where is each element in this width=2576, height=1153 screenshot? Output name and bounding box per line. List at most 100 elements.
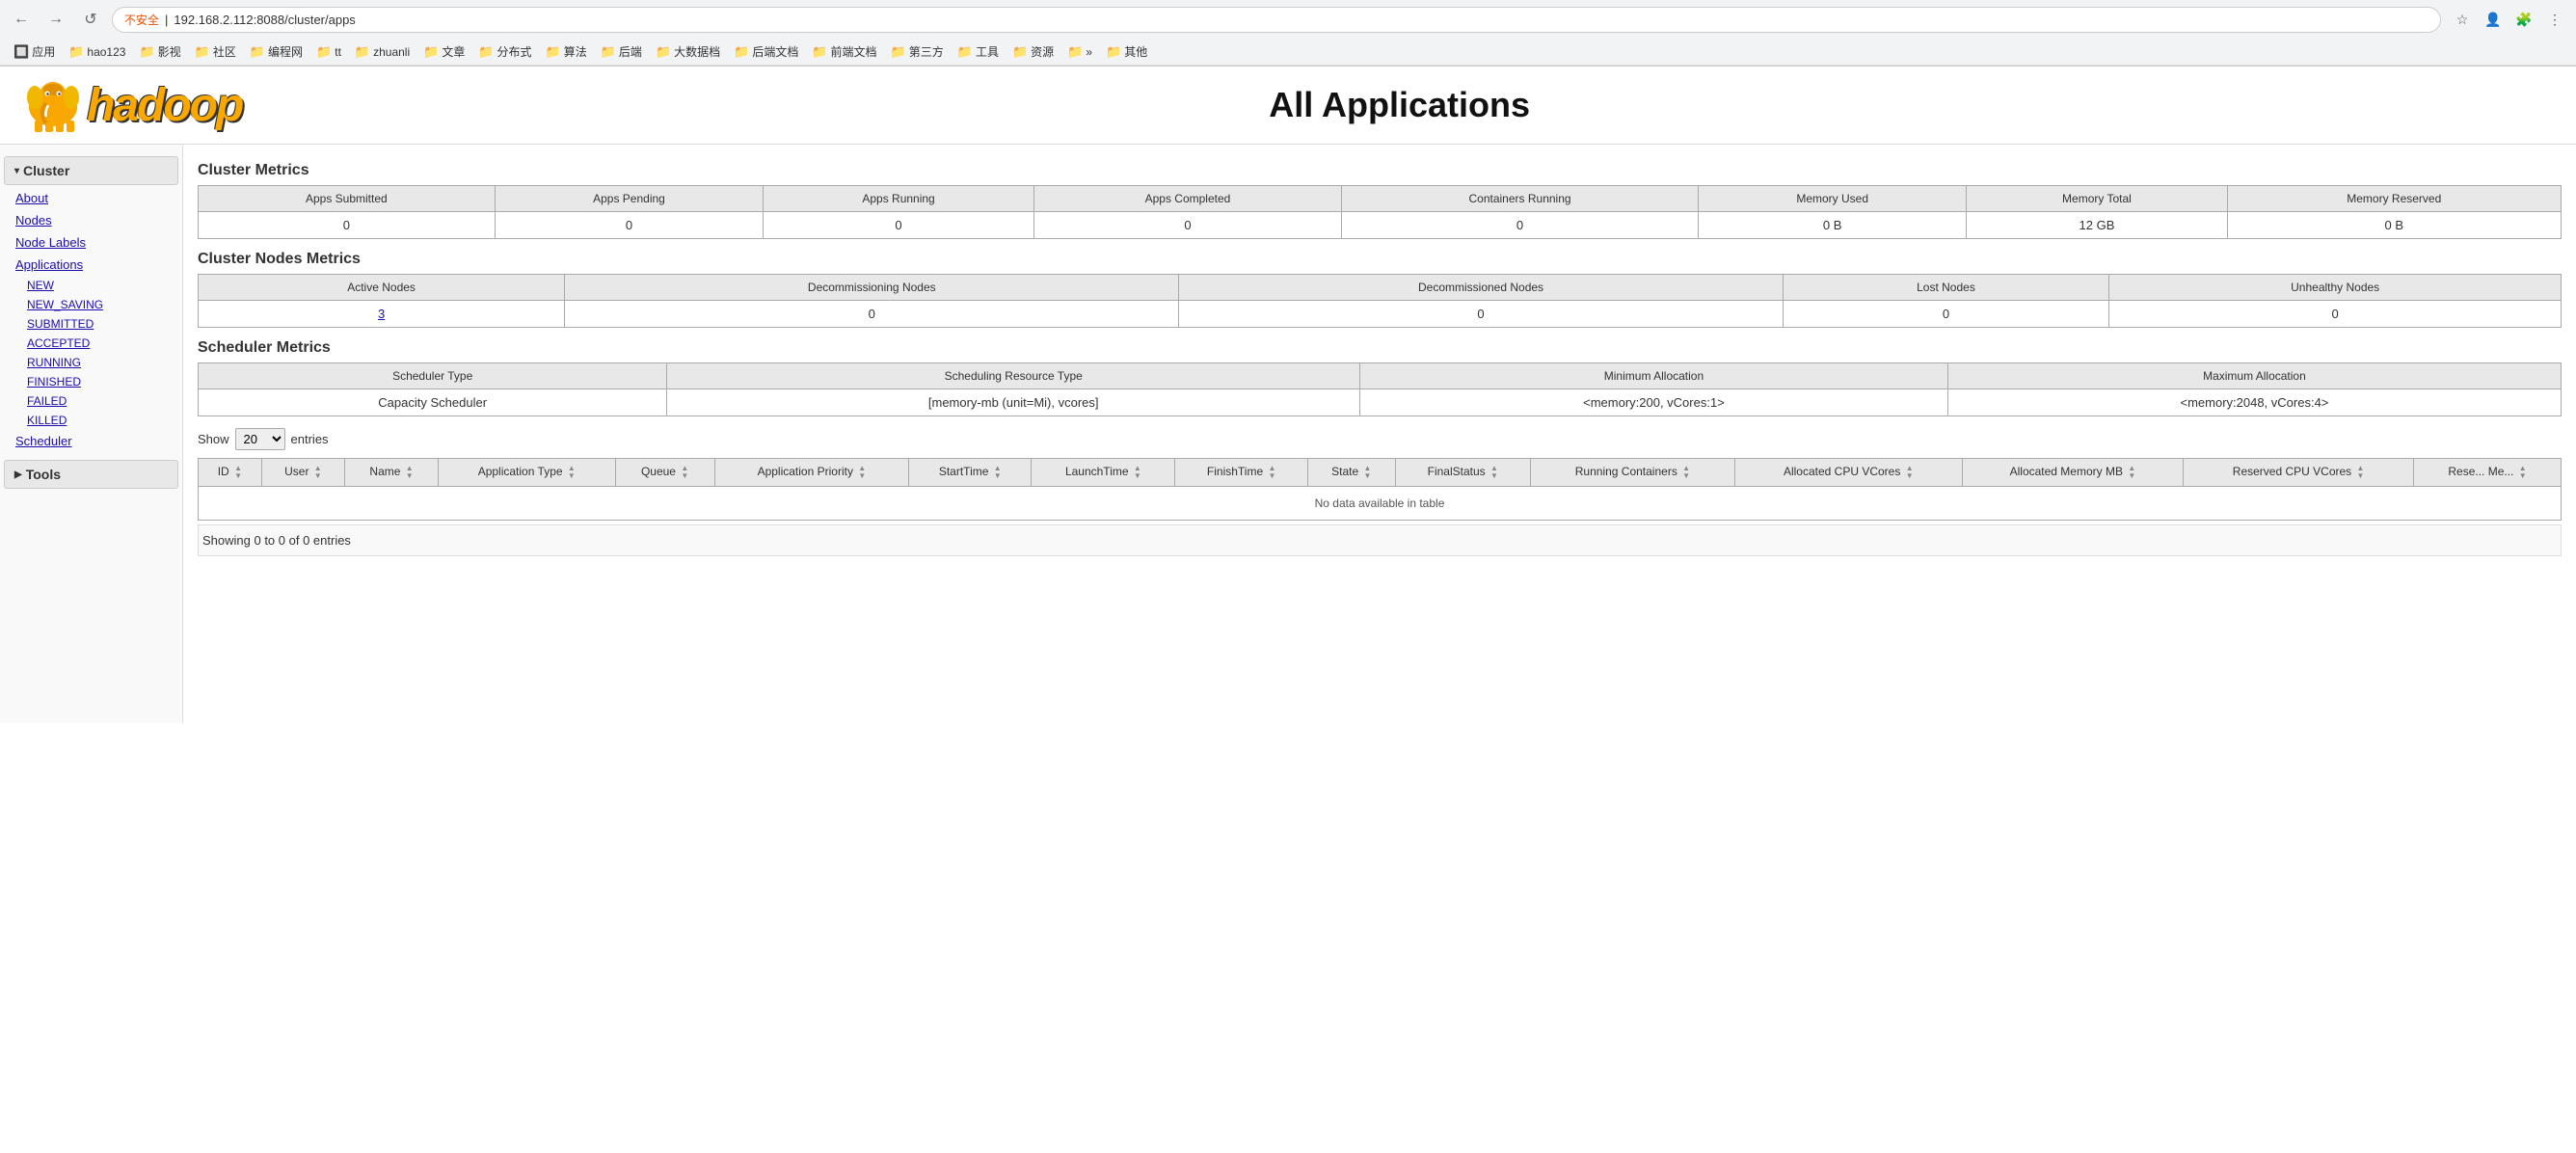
bookmark-item[interactable]: 📁其他 xyxy=(1100,40,1153,63)
bookmark-item[interactable]: 📁算法 xyxy=(540,40,593,63)
sidebar-item-running[interactable]: RUNNING xyxy=(0,353,182,372)
sort-arrows-finishtime: ▲▼ xyxy=(1268,465,1275,480)
sidebar-item-node-labels[interactable]: Node Labels xyxy=(0,231,182,254)
cluster-nodes-table: Active Nodes Decommissioning Nodes Decom… xyxy=(198,274,2562,328)
col-scheduler-type: Scheduler Type xyxy=(199,363,667,389)
app-col-allocated-memory[interactable]: Allocated Memory MB ▲▼ xyxy=(1962,459,2184,487)
address-bar[interactable]: 不安全 | 192.168.2.112:8088/cluster/apps xyxy=(112,7,2441,33)
val-unhealthy-nodes: 0 xyxy=(2109,301,2562,328)
bookmark-item[interactable]: 📁社区 xyxy=(189,40,242,63)
extension-button[interactable]: 🧩 xyxy=(2510,6,2537,33)
bookmark-item[interactable]: 🔲应用 xyxy=(8,40,61,63)
val-scheduling-resource: [memory-mb (unit=Mi), vcores] xyxy=(667,389,1360,416)
bookmark-item[interactable]: 📁影视 xyxy=(133,40,186,63)
app-col-priority[interactable]: Application Priority ▲▼ xyxy=(714,459,909,487)
col-lost-nodes: Lost Nodes xyxy=(1783,275,2109,301)
hadoop-logo-text: hadoop xyxy=(87,79,242,132)
sidebar-tools-header[interactable]: ▶ Tools xyxy=(4,460,178,489)
sort-arrows-priority: ▲▼ xyxy=(858,465,866,480)
bookmark-item[interactable]: 📁后端 xyxy=(595,40,648,63)
entries-select[interactable]: 10 20 50 100 xyxy=(235,428,285,450)
folder-icon: 📁 xyxy=(195,44,210,60)
scheduler-metrics-title: Scheduler Metrics xyxy=(198,339,2562,357)
sidebar-item-new[interactable]: NEW xyxy=(0,276,182,295)
col-memory-total: Memory Total xyxy=(1967,186,2227,212)
bookmark-item[interactable]: 📁zhuanli xyxy=(349,41,416,63)
menu-button[interactable]: ⋮ xyxy=(2541,6,2568,33)
sort-arrows-queue: ▲▼ xyxy=(681,465,688,480)
sidebar-item-nodes[interactable]: Nodes xyxy=(0,209,182,231)
folder-icon: 📁 xyxy=(812,44,827,60)
val-decommissioned-nodes: 0 xyxy=(1179,301,1783,328)
sidebar-item-failed[interactable]: FAILED xyxy=(0,391,182,411)
val-min-allocation: <memory:200, vCores:1> xyxy=(1360,389,1948,416)
bookmark-item[interactable]: 📁资源 xyxy=(1006,40,1060,63)
bookmark-star-button[interactable]: ☆ xyxy=(2449,6,2476,33)
bookmark-item[interactable]: 📁大数据档 xyxy=(650,40,726,63)
sidebar-item-killed[interactable]: KILLED xyxy=(0,411,182,430)
sort-arrows-finalstatus: ▲▼ xyxy=(1490,465,1498,480)
bookmark-item[interactable]: 📁第三方 xyxy=(885,40,950,63)
bookmark-label: 前端文档 xyxy=(831,43,877,60)
col-decommissioned-nodes: Decommissioned Nodes xyxy=(1179,275,1783,301)
sidebar-item-scheduler[interactable]: Scheduler xyxy=(0,430,182,452)
folder-icon: 📁 xyxy=(316,44,332,60)
val-active-nodes[interactable]: 3 xyxy=(199,301,565,328)
page-title: All Applications xyxy=(242,85,2557,125)
bookmark-item[interactable]: 📁编程网 xyxy=(244,40,309,63)
bookmark-label: 算法 xyxy=(564,43,587,60)
app-col-launchtime[interactable]: LaunchTime ▲▼ xyxy=(1032,459,1175,487)
bookmark-item[interactable]: 📁tt xyxy=(310,41,347,63)
app-col-id[interactable]: ID ▲▼ xyxy=(199,459,262,487)
sort-arrows-launchtime: ▲▼ xyxy=(1134,465,1141,480)
app-col-finalstatus[interactable]: FinalStatus ▲▼ xyxy=(1395,459,1530,487)
sidebar-item-applications[interactable]: Applications xyxy=(0,254,182,276)
app-col-type[interactable]: Application Type ▲▼ xyxy=(438,459,615,487)
sidebar-item-finished[interactable]: FINISHED xyxy=(0,372,182,391)
val-decommissioning-nodes: 0 xyxy=(565,301,1179,328)
app-col-user[interactable]: User ▲▼ xyxy=(261,459,344,487)
sort-arrows-state: ▲▼ xyxy=(1363,465,1371,480)
bookmark-item[interactable]: 📁前端文档 xyxy=(806,40,882,63)
col-apps-pending: Apps Pending xyxy=(495,186,764,212)
folder-icon: 📁 xyxy=(1067,44,1083,60)
profile-button[interactable]: 👤 xyxy=(2480,6,2507,33)
sidebar-item-submitted[interactable]: SUBMITTED xyxy=(0,314,182,334)
app-col-running-containers[interactable]: Running Containers ▲▼ xyxy=(1530,459,1734,487)
cluster-metrics-table: Apps Submitted Apps Pending Apps Running… xyxy=(198,185,2562,239)
sidebar-item-new-saving[interactable]: NEW_SAVING xyxy=(0,295,182,314)
reload-button[interactable]: ↺ xyxy=(77,6,104,33)
page-title-area: All Applications xyxy=(242,85,2557,125)
bookmark-item[interactable]: 📁hao123 xyxy=(63,41,131,63)
app-col-reserved-mem[interactable]: Rese... Me... ▲▼ xyxy=(2414,459,2562,487)
folder-icon: 🔲 xyxy=(13,44,29,60)
bookmark-item[interactable]: 📁分布式 xyxy=(472,40,537,63)
sidebar-cluster-header[interactable]: ▾ Cluster xyxy=(4,156,178,185)
bookmark-label: 其他 xyxy=(1124,43,1147,60)
app-col-reserved-cpu[interactable]: Reserved CPU VCores ▲▼ xyxy=(2184,459,2414,487)
app-col-starttime[interactable]: StartTime ▲▼ xyxy=(909,459,1032,487)
app-col-finishtime[interactable]: FinishTime ▲▼ xyxy=(1175,459,1308,487)
sidebar-item-accepted[interactable]: ACCEPTED xyxy=(0,334,182,353)
app-col-name[interactable]: Name ▲▼ xyxy=(345,459,439,487)
col-memory-reserved: Memory Reserved xyxy=(2227,186,2561,212)
browser-actions: ☆ 👤 🧩 ⋮ xyxy=(2449,6,2568,33)
app-col-queue[interactable]: Queue ▲▼ xyxy=(615,459,714,487)
folder-icon: 📁 xyxy=(1106,44,1121,60)
bookmark-item[interactable]: 📁» xyxy=(1061,41,1098,63)
forward-button[interactable]: → xyxy=(42,6,69,33)
show-label: Show xyxy=(198,432,229,446)
tools-label: Tools xyxy=(26,467,61,482)
app-col-allocated-cpu[interactable]: Allocated CPU VCores ▲▼ xyxy=(1734,459,1962,487)
sidebar-item-about[interactable]: About xyxy=(0,187,182,209)
back-button[interactable]: ← xyxy=(8,6,35,33)
folder-icon: 📁 xyxy=(250,44,265,60)
col-decommissioning-nodes: Decommissioning Nodes xyxy=(565,275,1179,301)
bookmark-label: 工具 xyxy=(976,43,999,60)
bookmark-item[interactable]: 📁文章 xyxy=(417,40,470,63)
app-col-state[interactable]: State ▲▼ xyxy=(1307,459,1395,487)
browser-toolbar: ← → ↺ 不安全 | 192.168.2.112:8088/cluster/a… xyxy=(0,0,2576,39)
bookmark-item[interactable]: 📁后端文档 xyxy=(728,40,804,63)
bookmark-item[interactable]: 📁工具 xyxy=(952,40,1005,63)
folder-icon: 📁 xyxy=(355,44,370,60)
